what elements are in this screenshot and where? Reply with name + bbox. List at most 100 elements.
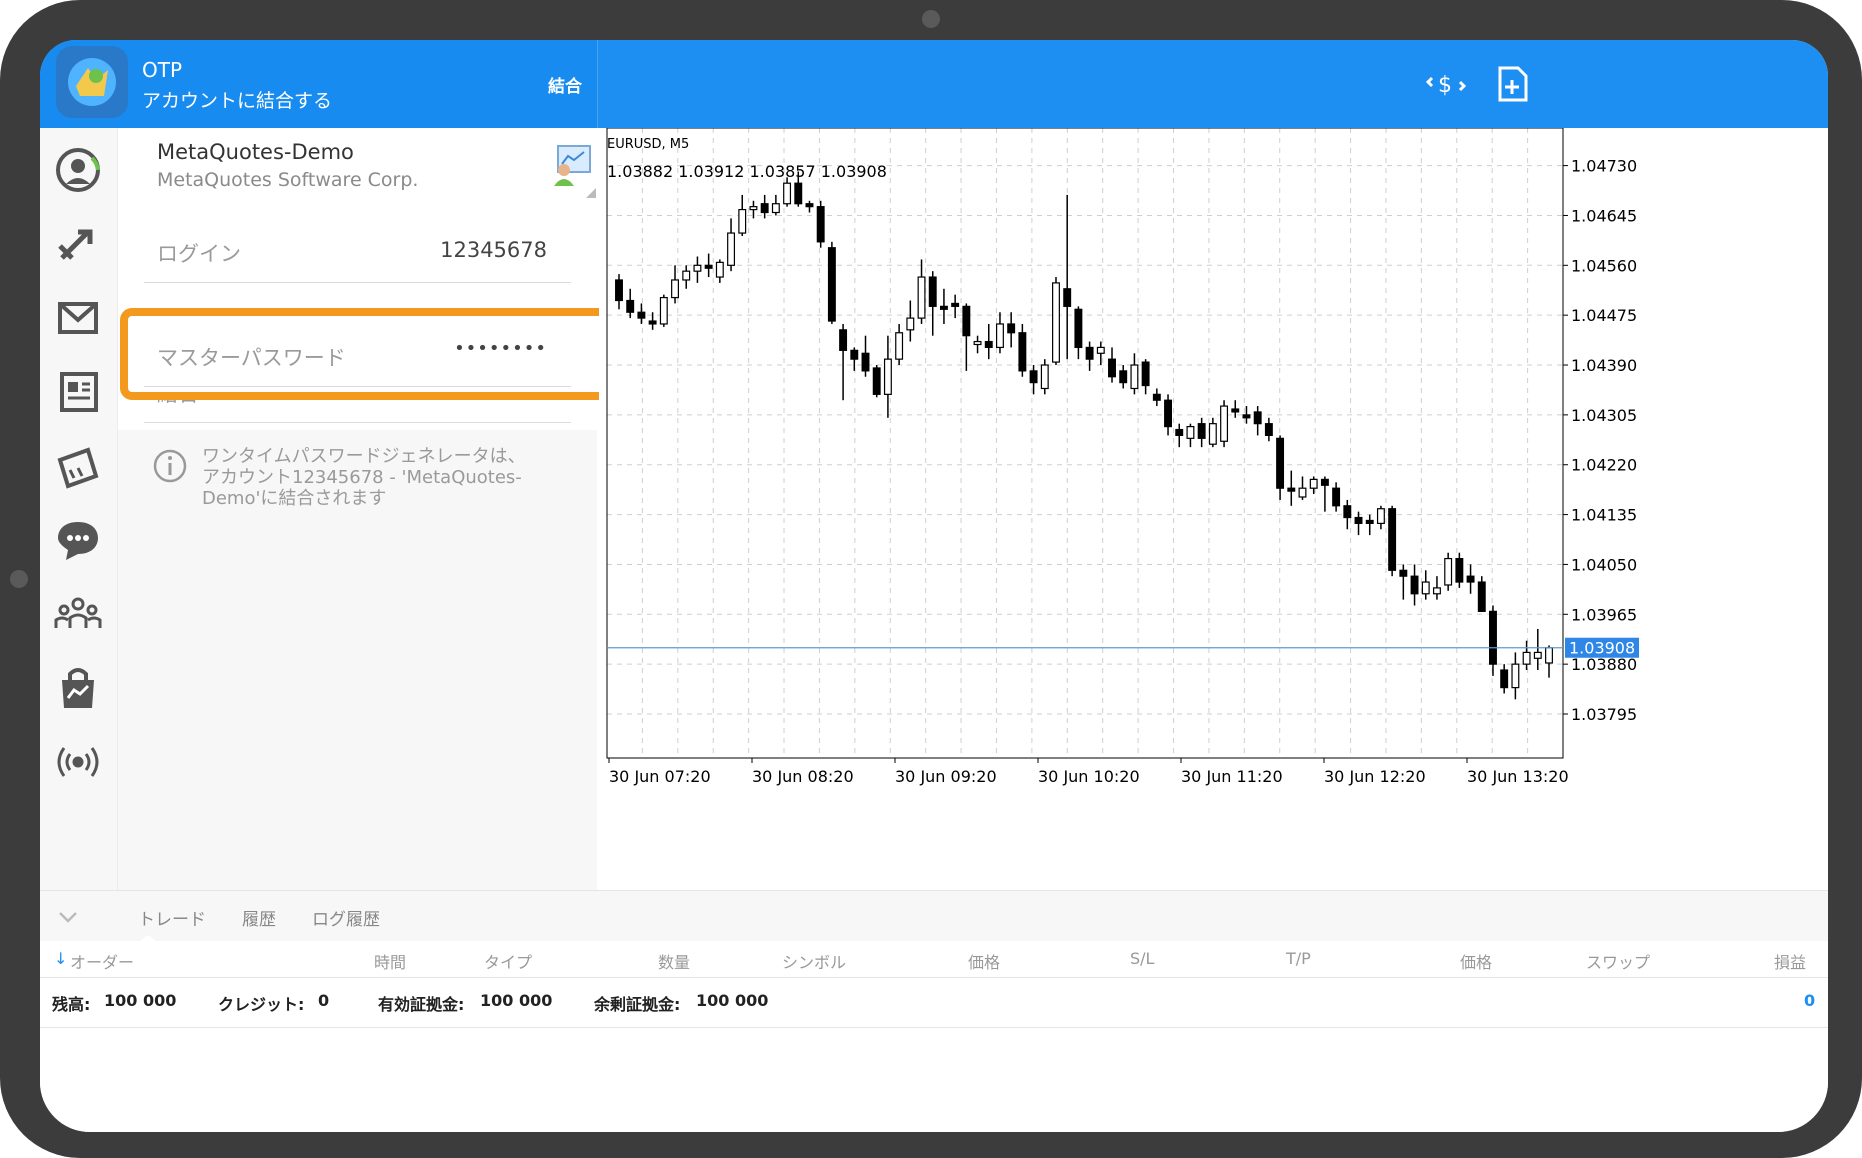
col-sl[interactable]: S/L <box>1130 949 1154 968</box>
ohlc-label: 1.03882 1.03912 1.03857 1.03908 <box>607 162 887 181</box>
candle-body <box>861 352 870 372</box>
candle-body <box>1354 516 1363 524</box>
sidebar <box>40 128 118 890</box>
account-selector[interactable]: MetaQuotes-Demo MetaQuotes Software Corp… <box>118 128 597 212</box>
trade-icon[interactable] <box>52 218 104 270</box>
symbol-label: EURUSD, M5 <box>607 137 689 152</box>
col-profit[interactable]: 損益 <box>1774 949 1806 973</box>
candle-body <box>1264 423 1273 437</box>
candle-body <box>1242 414 1251 419</box>
candle-body <box>1399 569 1408 577</box>
login-value: 12345678 <box>440 238 547 262</box>
candle-body <box>1410 575 1419 595</box>
chat-icon[interactable] <box>52 514 104 566</box>
col-order[interactable]: オーダー <box>70 949 134 973</box>
dropdown-corner-icon <box>586 188 596 198</box>
y-tick-label: 1.03965 <box>1571 605 1637 624</box>
mail-icon[interactable] <box>52 292 104 344</box>
x-tick-label: 30 Jun 11:20 <box>1181 767 1283 786</box>
candlestick-chart[interactable]: 1.04730 1.04645 1.04560 1.04475 1.04390 1.043… <box>599 127 1828 890</box>
bind-button[interactable]: 結合 <box>548 72 582 97</box>
header-left: OTP アカウントに結合する 結合 <box>40 40 598 128</box>
candle-body <box>973 340 982 346</box>
equity-label: 有効証拠金: <box>378 995 465 1014</box>
candle-body <box>1500 669 1509 689</box>
calendar-icon[interactable] <box>52 440 104 492</box>
master-password-row[interactable]: マスターパスワード •••••••• <box>144 316 571 387</box>
device-bezel: OTP アカウントに結合する 結合 $ MetaQuotes-Demo Meta… <box>0 0 1862 1158</box>
candle-body <box>1545 647 1553 664</box>
y-tick-label: 1.04220 <box>1571 456 1637 475</box>
y-tick-label: 1.04560 <box>1571 256 1637 275</box>
svg-text:$: $ <box>1438 73 1452 98</box>
market-icon[interactable] <box>52 662 104 714</box>
candle-body <box>1052 282 1060 363</box>
candle-body <box>816 206 825 243</box>
candle-body <box>1320 478 1329 486</box>
app-header: OTP アカウントに結合する 結合 $ <box>40 40 1828 128</box>
news-icon[interactable] <box>52 366 104 418</box>
balance-value: 100 000 <box>104 991 177 1010</box>
camera-dot <box>922 10 940 28</box>
tab-history[interactable]: 履歴 <box>242 905 276 930</box>
col-swap[interactable]: スワップ <box>1586 949 1650 973</box>
candle-body <box>883 358 892 395</box>
chevron-down-icon[interactable] <box>58 909 78 923</box>
login-row: ログイン 12345678 <box>144 212 571 283</box>
new-document-icon[interactable] <box>1490 62 1534 106</box>
candle-body <box>1332 487 1341 507</box>
account-server: MetaQuotes-Demo <box>157 140 354 164</box>
plot-frame <box>606 127 1564 759</box>
master-password-label: マスターパスワード <box>157 346 346 370</box>
current-price-label: 1.03908 <box>1569 639 1635 658</box>
col-current-price[interactable]: 価格 <box>1460 949 1492 973</box>
candle-body <box>1152 393 1161 401</box>
candle-body <box>1108 358 1116 378</box>
tab-log-history[interactable]: ログ履歴 <box>312 905 380 930</box>
candle-body <box>1208 423 1217 445</box>
y-tick-label: 1.04305 <box>1571 406 1637 425</box>
account-company: MetaQuotes Software Corp. <box>157 169 419 191</box>
candle-body <box>1444 557 1453 586</box>
candle-body <box>659 296 668 325</box>
candle-body <box>1040 364 1049 390</box>
candle-body <box>1388 508 1397 571</box>
otp-settings-panel: MetaQuotes-Demo MetaQuotes Software Corp… <box>118 128 620 890</box>
col-time[interactable]: 時間 <box>374 949 406 973</box>
price-chart[interactable]: 1.04730 1.04645 1.04560 1.04475 1.04390 1.043… <box>599 127 1828 890</box>
orders-header: ↓ オーダー 時間 タイプ 数量 シンボル 価格 S/L T/P 価格 スワップ… <box>40 941 1828 978</box>
balance-divider <box>40 1027 1828 1028</box>
candle-body <box>783 182 792 205</box>
x-tick-label: 30 Jun 08:20 <box>752 767 854 786</box>
community-icon[interactable] <box>52 588 104 640</box>
candle-body <box>1186 426 1195 439</box>
candle-body <box>962 305 971 337</box>
y-tick-label: 1.04475 <box>1571 306 1637 325</box>
candle-body <box>1477 581 1486 612</box>
col-tp[interactable]: T/P <box>1286 949 1311 968</box>
candle-body <box>693 264 702 272</box>
y-tick-label: 1.03795 <box>1571 705 1637 724</box>
candle-body <box>1533 651 1542 659</box>
tab-trade[interactable]: トレード <box>138 905 206 930</box>
currency-exchange-icon[interactable]: $ <box>1424 62 1468 106</box>
candle-body <box>805 203 814 208</box>
candle-body <box>1421 581 1430 595</box>
col-price[interactable]: 価格 <box>968 949 1000 973</box>
account-avatar-icon <box>550 142 594 186</box>
candle-body <box>1130 364 1139 390</box>
candle-body <box>1029 370 1038 384</box>
candle-body <box>827 247 836 322</box>
col-type[interactable]: タイプ <box>484 949 532 973</box>
col-volume[interactable]: 数量 <box>658 949 690 973</box>
candle-body <box>1231 408 1240 413</box>
candle-body <box>850 349 859 360</box>
col-symbol[interactable]: シンボル <box>782 949 846 973</box>
signal-icon[interactable] <box>52 734 104 786</box>
master-password-input[interactable]: •••••••• <box>454 338 547 359</box>
terminal-panel: トレード 履歴 ログ履歴 ↓ オーダー 時間 タイプ 数量 シンボル 価格 S/… <box>40 890 1828 1132</box>
account-icon[interactable] <box>52 144 104 196</box>
y-tick-label: 1.04135 <box>1571 506 1637 525</box>
y-tick-label: 1.04645 <box>1571 206 1637 225</box>
x-tick-label: 30 Jun 07:20 <box>609 767 711 786</box>
